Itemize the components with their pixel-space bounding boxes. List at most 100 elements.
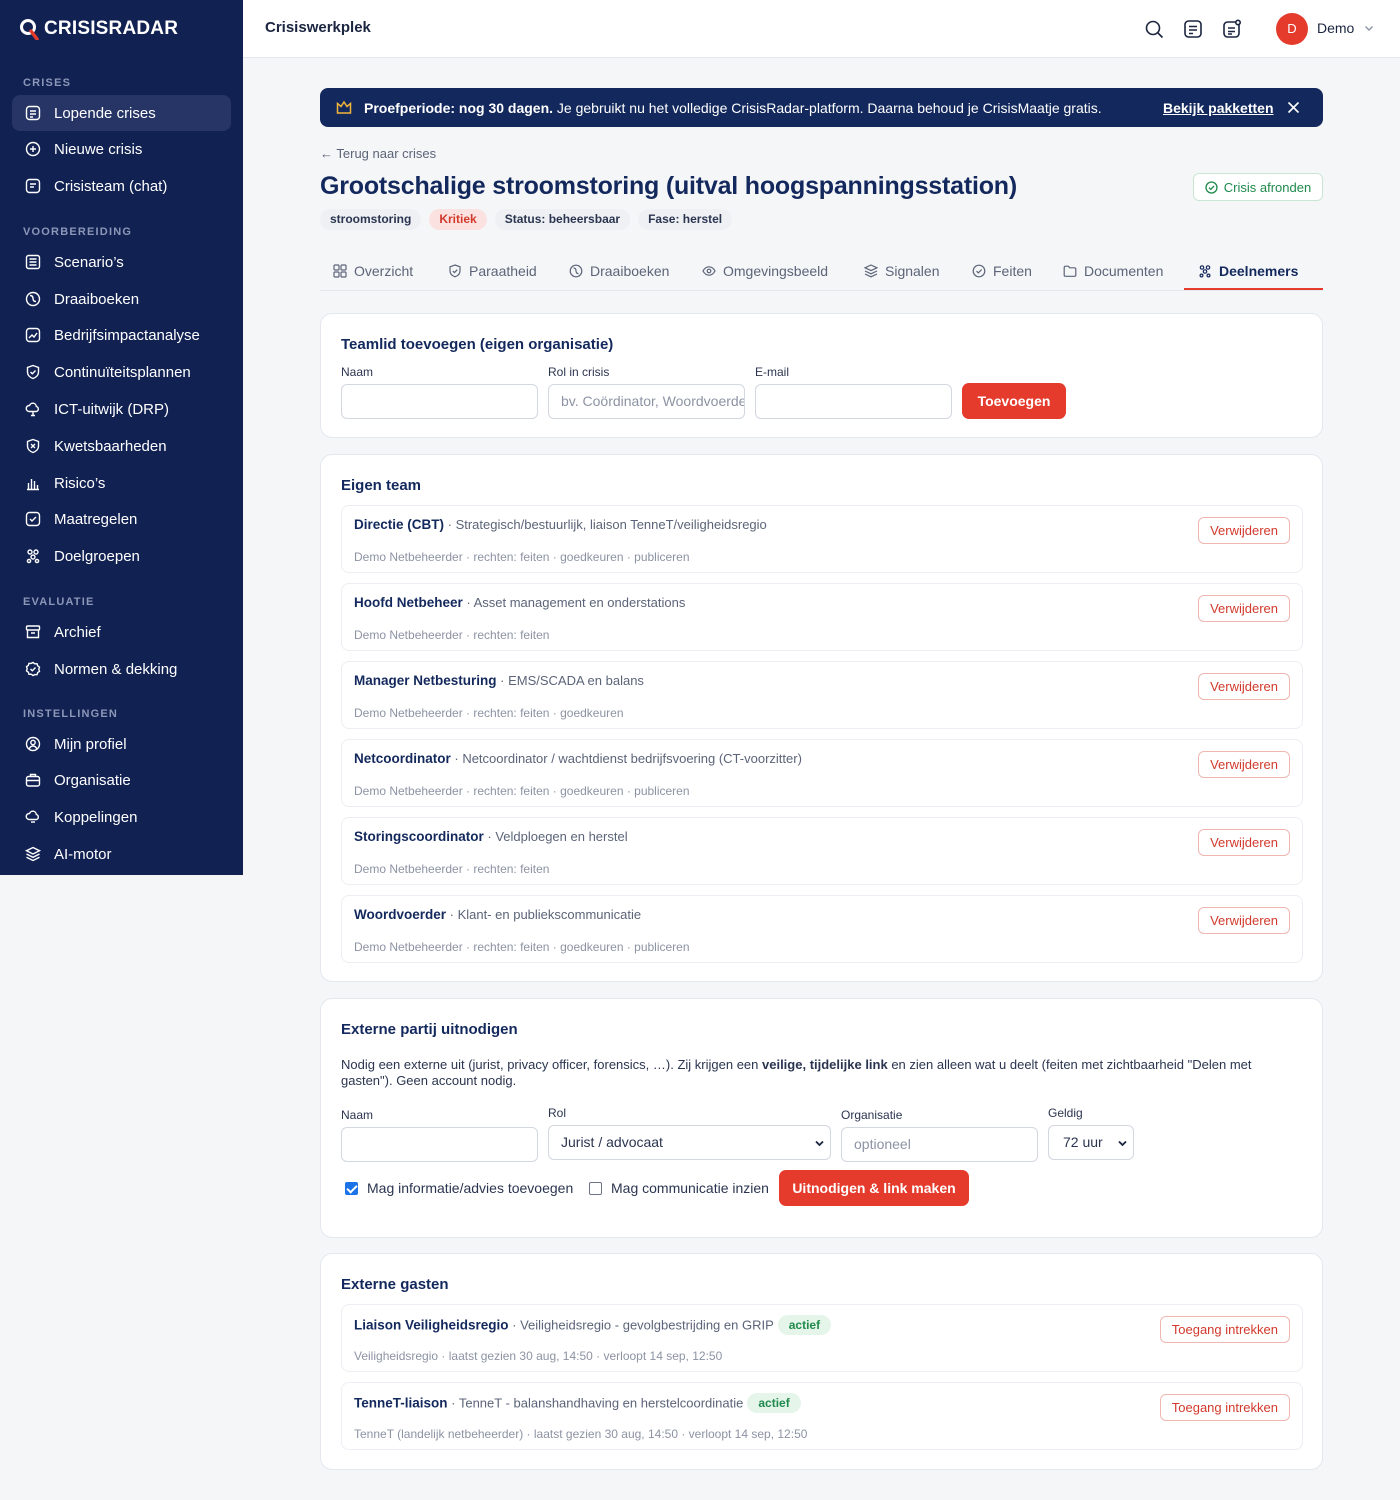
sidebar-item-label: Crisisteam (chat) <box>54 177 168 195</box>
member-meta: Demo Netbeheerder · rechten: feiten · go… <box>354 940 690 954</box>
validity-select[interactable]: 72 uur <box>1048 1125 1134 1160</box>
sidebar-item-nieuwe-crisis[interactable]: Nieuwe crisis <box>12 131 231 167</box>
avatar[interactable]: D <box>1276 13 1308 45</box>
tab-paraatheid[interactable]: Paraatheid <box>448 250 537 291</box>
guest-line: TenneT-liaison · TenneT - balanshandhavi… <box>354 1393 801 1414</box>
check-circle-icon <box>972 264 986 277</box>
view-plans-link[interactable]: Bekijk pakketten <box>1163 100 1274 116</box>
tab-documenten[interactable]: Documenten <box>1063 250 1163 291</box>
search-icon[interactable] <box>1144 19 1164 39</box>
sidebar-item-ai-motor[interactable]: AI-motor <box>12 836 231 872</box>
member-role: · EMS/SCADA en balans <box>496 673 644 688</box>
user-name[interactable]: Demo <box>1317 20 1354 36</box>
sidebar-item-doelgroepen[interactable]: Doelgroepen <box>12 538 231 574</box>
sidebar-item-kwetsbaarheden[interactable]: Kwetsbaarheden <box>12 428 231 464</box>
sidebar-item-label: Risico’s <box>54 474 106 492</box>
finish-crisis-button[interactable]: Crisis afronden <box>1193 173 1323 201</box>
guest-meta: TenneT (landelijk netbeheerder) · laatst… <box>354 1427 808 1441</box>
member-name: Directie (CBT) <box>354 517 445 532</box>
section-voorbereiding: VOORBEREIDING <box>0 225 243 239</box>
card-title: Eigen team <box>341 477 422 494</box>
name-label: Naam <box>341 1108 374 1122</box>
close-icon[interactable] <box>1287 101 1300 114</box>
role-label: Rol <box>548 1106 567 1120</box>
member-line: Netcoordinator · Netcoordinator / wachtd… <box>354 751 802 766</box>
sidebar-item-label: Mijn profiel <box>54 735 127 753</box>
sidebar-item-mijn-profiel[interactable]: Mijn profiel <box>12 726 231 762</box>
member-role-input[interactable]: bv. Coördinator, Woordvoerder <box>548 384 745 419</box>
sidebar-item-label: Draaiboeken <box>54 290 140 308</box>
tab-deelnemers[interactable]: Deelnemers <box>1198 250 1298 291</box>
back-link[interactable]: ← Terug naar crises <box>320 146 436 161</box>
briefcase-icon <box>25 773 41 787</box>
list-item: Liaison Veiligheidsregio · Veiligheidsre… <box>341 1304 1303 1372</box>
invite-and-create-link-button[interactable]: Uitnodigen & link maken <box>779 1170 969 1206</box>
tab-overzicht[interactable]: Overzicht <box>333 250 413 291</box>
revoke-access-button[interactable]: Toegang intrekken <box>1159 1394 1290 1421</box>
member-email-input[interactable] <box>755 384 952 419</box>
member-meta: Demo Netbeheerder · rechten: feiten <box>354 862 550 876</box>
tab-omgevingsbeeld[interactable]: Omgevingsbeeld <box>702 250 828 291</box>
guest-role: · Veiligheidsregio - gevolgbestrijding e… <box>508 1317 774 1333</box>
sidebar-item-lopende-crises[interactable]: Lopende crises <box>12 95 231 131</box>
member-name: Hoofd Netbeheer <box>354 595 463 610</box>
remove-button[interactable]: Verwijderen <box>1198 517 1290 544</box>
sidebar-item-risicos[interactable]: Risico’s <box>12 465 231 501</box>
add-member-card: Teamlid toevoegen (eigen organisatie) Na… <box>320 313 1323 438</box>
may-view-communication-label[interactable]: Mag communicatie inzien <box>611 1180 769 1196</box>
member-role: · Klant- en publiekscommunicatie <box>446 907 642 922</box>
banner-message: Je gebruikt nu het volledige CrisisRadar… <box>553 100 1102 116</box>
may-add-info-label[interactable]: Mag informatie/advies toevoegen <box>367 1180 573 1196</box>
tab-signalen[interactable]: Signalen <box>864 250 940 291</box>
member-meta: Demo Netbeheerder · rechten: feiten · go… <box>354 706 624 720</box>
role-label: Rol in crisis <box>548 365 610 379</box>
may-view-communication-checkbox[interactable] <box>589 1182 602 1195</box>
list-item: Manager Netbesturing · EMS/SCADA en bala… <box>341 661 1303 729</box>
sidebar-item-maatregelen[interactable]: Maatregelen <box>12 501 231 537</box>
organisation-label: Organisatie <box>841 1108 903 1122</box>
notes-icon[interactable] <box>1183 19 1203 39</box>
notifications-icon[interactable] <box>1222 19 1242 39</box>
tab-label: Overzicht <box>354 262 414 279</box>
remove-button[interactable]: Verwijderen <box>1198 673 1290 700</box>
list-icon <box>25 105 41 121</box>
sidebar-item-draaiboeken[interactable]: Draaiboeken <box>12 281 231 317</box>
sidebar-item-normen-dekking[interactable]: Normen & dekking <box>12 651 231 687</box>
remove-button[interactable]: Verwijderen <box>1198 751 1290 778</box>
sidebar-item-bedrijfsimpactanalyse[interactable]: Bedrijfsimpactanalyse <box>12 317 231 353</box>
name-label: Naam <box>341 365 374 379</box>
tab-label: Draaiboeken <box>590 262 670 279</box>
sidebar-item-crisisteam-chat[interactable]: Crisisteam (chat) <box>12 168 231 204</box>
member-name-input[interactable] <box>341 384 538 419</box>
sidebar-item-ict-uitwijk[interactable]: ICT-uitwijk (DRP) <box>12 391 231 427</box>
sidebar-item-continuiteitsplannen[interactable]: Continuïteitsplannen <box>12 354 231 390</box>
remove-button[interactable]: Verwijderen <box>1198 907 1290 934</box>
brand-name: CRISISRADAR <box>44 18 179 39</box>
email-label: E-mail <box>755 365 790 379</box>
guest-organisation-input[interactable]: optioneel <box>841 1127 1038 1162</box>
tab-draaiboeken[interactable]: Draaiboeken <box>569 250 669 291</box>
cloud-icon <box>25 402 39 417</box>
guest-name-input[interactable] <box>341 1127 538 1162</box>
invite-description: Nodig een externe uit (jurist, privacy o… <box>341 1057 1301 1089</box>
member-line: Directie (CBT) · Strategisch/bestuurlijk… <box>354 517 767 532</box>
cloud-link-icon <box>25 810 39 823</box>
add-member-button[interactable]: Toevoegen <box>962 383 1066 419</box>
tab-label: Signalen <box>885 262 940 279</box>
remove-button[interactable]: Verwijderen <box>1198 829 1290 856</box>
may-add-info-checkbox[interactable] <box>345 1182 358 1195</box>
member-role: · Asset management en onderstations <box>462 595 686 610</box>
select-value: Jurist / advocaat <box>561 1134 663 1150</box>
brand-logo[interactable]: CRISISRADAR <box>0 0 243 58</box>
sidebar-item-archief[interactable]: Archief <box>12 614 231 650</box>
remove-button[interactable]: Verwijderen <box>1198 595 1290 622</box>
guest-role-select[interactable]: Jurist / advocaat <box>548 1125 831 1160</box>
member-line: Storingscoordinator · Veldploegen en her… <box>354 829 628 844</box>
chevron-down-icon[interactable] <box>1364 23 1374 33</box>
sidebar-item-koppelingen[interactable]: Koppelingen <box>12 799 231 835</box>
sidebar-item-scenarios[interactable]: Scenario’s <box>12 244 231 280</box>
revoke-access-button[interactable]: Toegang intrekken <box>1159 1316 1290 1343</box>
chevron-down-icon <box>815 1140 824 1147</box>
tab-feiten[interactable]: Feiten <box>972 250 1032 291</box>
sidebar-item-organisatie[interactable]: Organisatie <box>12 762 231 798</box>
